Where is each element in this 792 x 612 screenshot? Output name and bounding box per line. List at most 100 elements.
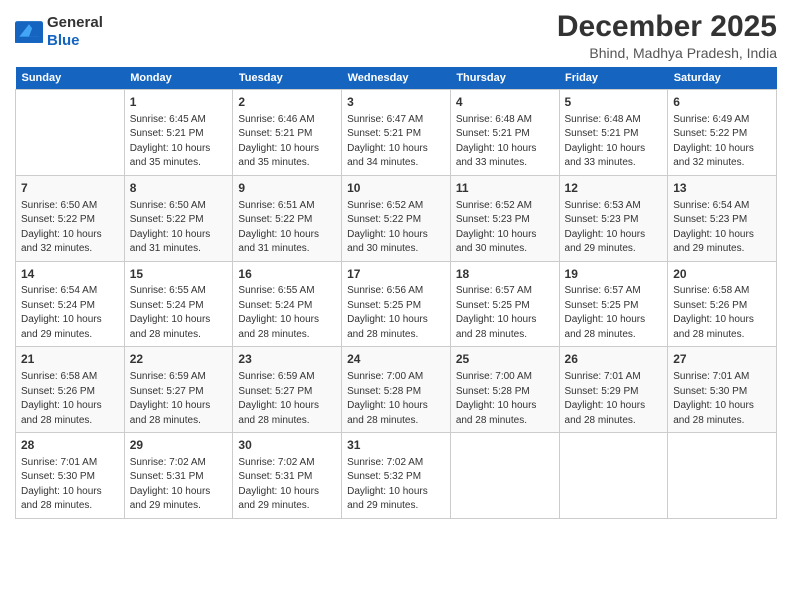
col-header-tuesday: Tuesday (233, 67, 342, 90)
day-info: Sunrise: 7:00 AMSunset: 5:28 PMDaylight:… (456, 370, 554, 428)
day-info: Sunrise: 6:58 AMSunset: 5:26 PMDaylight:… (673, 284, 771, 342)
day-info: Sunrise: 7:02 AMSunset: 5:32 PMDaylight:… (347, 456, 445, 514)
day-number: 3 (347, 94, 445, 111)
logo-text: General Blue (47, 14, 103, 50)
week-row-2: 14Sunrise: 6:54 AMSunset: 5:24 PMDayligh… (16, 261, 777, 347)
day-number: 23 (238, 351, 336, 368)
col-header-monday: Monday (124, 67, 233, 90)
day-number: 31 (347, 437, 445, 454)
day-info: Sunrise: 6:45 AMSunset: 5:21 PMDaylight:… (130, 113, 228, 171)
day-number: 30 (238, 437, 336, 454)
day-info: Sunrise: 7:01 AMSunset: 5:29 PMDaylight:… (565, 370, 663, 428)
day-number: 2 (238, 94, 336, 111)
page-container: General Blue December 2025 Bhind, Madhya… (0, 0, 792, 529)
day-info: Sunrise: 6:52 AMSunset: 5:23 PMDaylight:… (456, 199, 554, 257)
day-number: 4 (456, 94, 554, 111)
day-number: 19 (565, 266, 663, 283)
calendar-cell: 29Sunrise: 7:02 AMSunset: 5:31 PMDayligh… (124, 433, 233, 519)
calendar-cell: 17Sunrise: 6:56 AMSunset: 5:25 PMDayligh… (342, 261, 451, 347)
day-info: Sunrise: 6:59 AMSunset: 5:27 PMDaylight:… (130, 370, 228, 428)
day-info: Sunrise: 6:55 AMSunset: 5:24 PMDaylight:… (238, 284, 336, 342)
day-number: 22 (130, 351, 228, 368)
day-number: 6 (673, 94, 771, 111)
calendar-cell: 10Sunrise: 6:52 AMSunset: 5:22 PMDayligh… (342, 175, 451, 261)
day-info: Sunrise: 7:02 AMSunset: 5:31 PMDaylight:… (130, 456, 228, 514)
calendar-table: SundayMondayTuesdayWednesdayThursdayFrid… (15, 67, 777, 519)
day-number: 7 (21, 180, 119, 197)
week-row-4: 28 Sunrise: 7:01 AMSunset: 5:30 PMDayligh… (16, 433, 777, 519)
day-number: 1 (130, 94, 228, 111)
day-info: Sunrise: 6:54 AMSunset: 5:24 PMDaylight:… (21, 284, 119, 342)
calendar-cell: 19Sunrise: 6:57 AMSunset: 5:25 PMDayligh… (559, 261, 668, 347)
day-number: 18 (456, 266, 554, 283)
day-number: 24 (347, 351, 445, 368)
calendar-cell: 12 Sunrise: 6:53 AMSunset: 5:23 PMDayligh… (559, 175, 668, 261)
calendar-cell: 3 Sunrise: 6:47 AMSunset: 5:21 PMDaylight… (342, 90, 451, 176)
day-info: Sunrise: 6:53 AMSunset: 5:23 PMDaylight:… (565, 199, 663, 257)
day-number: 16 (238, 266, 336, 283)
calendar-cell: 1 Sunrise: 6:45 AMSunset: 5:21 PMDaylight… (124, 90, 233, 176)
logo-blue: Blue (47, 32, 80, 49)
calendar-cell: 20Sunrise: 6:58 AMSunset: 5:26 PMDayligh… (668, 261, 777, 347)
day-info: Sunrise: 6:57 AMSunset: 5:25 PMDaylight:… (456, 284, 554, 342)
calendar-cell: 25 Sunrise: 7:00 AMSunset: 5:28 PMDayligh… (450, 347, 559, 433)
calendar-cell: 7Sunrise: 6:50 AMSunset: 5:22 PMDaylight… (16, 175, 125, 261)
day-number: 20 (673, 266, 771, 283)
day-number: 17 (347, 266, 445, 283)
col-header-thursday: Thursday (450, 67, 559, 90)
day-number: 5 (565, 94, 663, 111)
calendar-cell (559, 433, 668, 519)
logo-icon (15, 21, 43, 43)
calendar-cell: 11Sunrise: 6:52 AMSunset: 5:23 PMDayligh… (450, 175, 559, 261)
calendar-cell: 23Sunrise: 6:59 AMSunset: 5:27 PMDayligh… (233, 347, 342, 433)
calendar-cell: 22 Sunrise: 6:59 AMSunset: 5:27 PMDayligh… (124, 347, 233, 433)
calendar-cell: 15Sunrise: 6:55 AMSunset: 5:24 PMDayligh… (124, 261, 233, 347)
week-row-1: 7 Sunrise: 6:50 AMSunset: 5:22 PMDaylight… (16, 175, 777, 261)
day-number: 12 (565, 180, 663, 197)
day-number: 15 (130, 266, 228, 283)
day-info: Sunrise: 6:49 AMSunset: 5:22 PMDaylight:… (673, 113, 771, 171)
calendar-cell: 13 Sunrise: 6:54 AMSunset: 5:23 PMDayligh… (668, 175, 777, 261)
col-header-sunday: Sunday (16, 67, 125, 90)
calendar-cell: 4 Sunrise: 6:48 AMSunset: 5:21 PMDaylight… (450, 90, 559, 176)
col-header-wednesday: Wednesday (342, 67, 451, 90)
day-info: Sunrise: 6:46 AMSunset: 5:21 PMDaylight:… (238, 113, 336, 171)
calendar-cell: 27 Sunrise: 7:01 AMSunset: 5:30 PMDayligh… (668, 347, 777, 433)
calendar-cell: 21 Sunrise: 6:58 AMSunset: 5:26 PMDayligh… (16, 347, 125, 433)
day-info: Sunrise: 7:02 AMSunset: 5:31 PMDaylight:… (238, 456, 336, 514)
subtitle: Bhind, Madhya Pradesh, India (557, 45, 777, 61)
calendar-cell: 2 Sunrise: 6:46 AMSunset: 5:21 PMDaylight… (233, 90, 342, 176)
day-info: Sunrise: 6:54 AMSunset: 5:23 PMDaylight:… (673, 199, 771, 257)
day-number: 13 (673, 180, 771, 197)
day-info: Sunrise: 7:01 AMSunset: 5:30 PMDaylight:… (21, 456, 119, 514)
day-number: 26 (565, 351, 663, 368)
main-title: December 2025 (557, 10, 777, 43)
day-info: Sunrise: 7:01 AMSunset: 5:30 PMDaylight:… (673, 370, 771, 428)
day-info: Sunrise: 6:52 AMSunset: 5:22 PMDaylight:… (347, 199, 445, 257)
col-header-saturday: Saturday (668, 67, 777, 90)
day-info: Sunrise: 6:50 AMSunset: 5:22 PMDaylight:… (130, 199, 228, 257)
calendar-cell: 14Sunrise: 6:54 AMSunset: 5:24 PMDayligh… (16, 261, 125, 347)
calendar-cell: 6 Sunrise: 6:49 AMSunset: 5:22 PMDaylight… (668, 90, 777, 176)
day-info: Sunrise: 6:48 AMSunset: 5:21 PMDaylight:… (456, 113, 554, 171)
day-info: Sunrise: 6:58 AMSunset: 5:26 PMDaylight:… (21, 370, 119, 428)
day-number: 27 (673, 351, 771, 368)
calendar-cell (450, 433, 559, 519)
day-info: Sunrise: 6:56 AMSunset: 5:25 PMDaylight:… (347, 284, 445, 342)
calendar-cell: 8 Sunrise: 6:50 AMSunset: 5:22 PMDaylight… (124, 175, 233, 261)
calendar-cell: 30 Sunrise: 7:02 AMSunset: 5:31 PMDayligh… (233, 433, 342, 519)
calendar-cell: 9Sunrise: 6:51 AMSunset: 5:22 PMDaylight… (233, 175, 342, 261)
day-number: 25 (456, 351, 554, 368)
day-info: Sunrise: 6:51 AMSunset: 5:22 PMDaylight:… (238, 199, 336, 257)
calendar-cell: 31 Sunrise: 7:02 AMSunset: 5:32 PMDayligh… (342, 433, 451, 519)
day-number: 21 (21, 351, 119, 368)
day-info: Sunrise: 7:00 AMSunset: 5:28 PMDaylight:… (347, 370, 445, 428)
calendar-cell: 28 Sunrise: 7:01 AMSunset: 5:30 PMDayligh… (16, 433, 125, 519)
day-info: Sunrise: 6:57 AMSunset: 5:25 PMDaylight:… (565, 284, 663, 342)
calendar-cell: 5Sunrise: 6:48 AMSunset: 5:21 PMDaylight… (559, 90, 668, 176)
day-number: 28 (21, 437, 119, 454)
title-block: December 2025 Bhind, Madhya Pradesh, Ind… (557, 10, 777, 61)
logo: General Blue (15, 14, 103, 50)
day-number: 8 (130, 180, 228, 197)
day-info: Sunrise: 6:47 AMSunset: 5:21 PMDaylight:… (347, 113, 445, 171)
